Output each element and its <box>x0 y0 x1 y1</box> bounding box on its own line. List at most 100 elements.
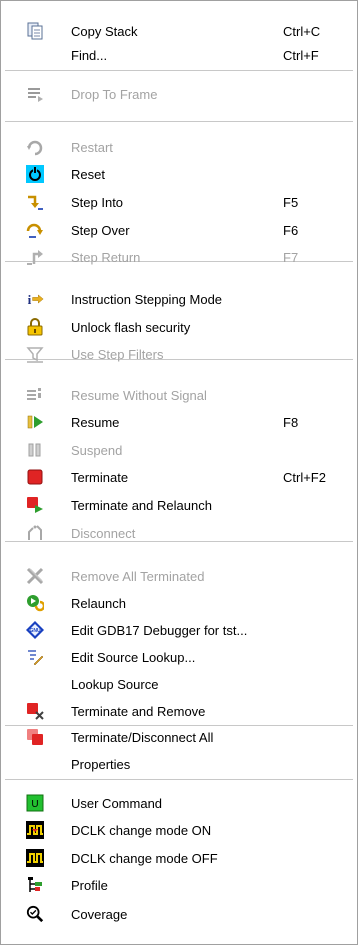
menu-item-label: Use Step Filters <box>71 346 164 362</box>
menu-item-label: Coverage <box>71 906 128 922</box>
menu-item-label: Step Return <box>71 249 141 265</box>
menu-item-terminate-disconnect-all[interactable]: Terminate/Disconnect All <box>1 724 357 750</box>
menu-item-label: Properties <box>71 756 131 772</box>
menu-item-properties[interactable]: Properties <box>1 751 357 777</box>
menu-item-step-return[interactable]: Step Return F7 <box>1 244 357 270</box>
menu-item-instruction-stepping-mode[interactable]: i Instruction Stepping Mode <box>1 286 357 312</box>
menu-item-shortcut: Ctrl+F2 <box>283 469 326 485</box>
menu-item-copy-stack[interactable]: Copy Stack Ctrl+C <box>1 18 357 44</box>
menu-item-label: Step Over <box>71 222 130 238</box>
reset-icon <box>26 165 44 183</box>
menu-item-resume[interactable]: Resume F8 <box>1 409 357 435</box>
terminate-relaunch-icon <box>26 496 44 514</box>
menu-item-shortcut: Ctrl+F <box>283 47 319 63</box>
menu-item-step-into[interactable]: Step Into F5 <box>1 189 357 215</box>
menu-item-dclk-change-mode-on[interactable]: DCLK change mode ON <box>1 817 357 843</box>
menu-item-label: Copy Stack <box>71 23 138 39</box>
step-return-icon <box>26 248 44 266</box>
menu-item-resume-without-signal[interactable]: Resume Without Signal <box>1 382 357 408</box>
menu-item-shortcut: Ctrl+C <box>283 23 321 39</box>
menu-item-step-over[interactable]: Step Over F6 <box>1 217 357 243</box>
menu-item-label: Lookup Source <box>71 676 159 692</box>
context-menu: Copy Stack Ctrl+C Find... Ctrl+F Drop To… <box>0 0 358 945</box>
terminate-all-icon <box>26 728 44 746</box>
menu-item-relaunch[interactable]: Relaunch <box>1 590 357 616</box>
menu-item-label: Drop To Frame <box>71 86 158 102</box>
menu-item-find[interactable]: Find... Ctrl+F <box>1 42 357 68</box>
menu-item-label: User Command <box>71 795 163 811</box>
menu-item-unlock-flash-security[interactable]: Unlock flash security <box>1 314 357 340</box>
menu-item-restart[interactable]: Restart <box>1 134 357 160</box>
menu-item-label: Terminate <box>71 469 129 485</box>
step-over-icon <box>26 221 44 239</box>
menu-item-label: Terminate/Disconnect All <box>71 729 214 745</box>
svg-text:i: i <box>28 292 32 307</box>
disconnect-icon <box>26 524 44 542</box>
menu-item-terminate[interactable]: Terminate Ctrl+F2 <box>1 464 357 490</box>
menu-item-terminate-and-relaunch[interactable]: Terminate and Relaunch <box>1 492 357 518</box>
menu-separator <box>5 779 353 780</box>
step-filters-icon <box>26 345 44 363</box>
relaunch-icon <box>26 594 44 612</box>
menu-item-label: Disconnect <box>71 525 136 541</box>
menu-item-edit-gdb17-debugger[interactable]: GNU Edit GDB17 Debugger for tst... <box>1 617 357 643</box>
step-into-icon <box>26 193 44 211</box>
menu-item-shortcut: F7 <box>283 249 299 265</box>
profile-icon <box>26 876 44 894</box>
gnu-debugger-icon: GNU <box>26 621 44 639</box>
menu-separator <box>5 121 353 122</box>
menu-item-label: Suspend <box>71 442 123 458</box>
user-command-icon: U <box>26 794 44 812</box>
menu-item-label: Instruction Stepping Mode <box>71 291 223 307</box>
edit-source-lookup-icon <box>26 648 44 666</box>
menu-item-user-command[interactable]: U User Command <box>1 790 357 816</box>
menu-item-label: Relaunch <box>71 595 126 611</box>
copy-stack-icon <box>26 22 44 40</box>
svg-text:GNU: GNU <box>29 628 41 634</box>
menu-separator <box>5 70 353 71</box>
menu-item-label: DCLK change mode ON <box>71 822 212 838</box>
resume-icon <box>26 413 44 431</box>
suspend-icon <box>26 441 44 459</box>
menu-item-disconnect[interactable]: Disconnect <box>1 520 357 546</box>
menu-item-label: DCLK change mode OFF <box>71 850 218 866</box>
menu-item-reset[interactable]: Reset <box>1 161 357 187</box>
terminate-icon <box>26 468 44 486</box>
restart-icon <box>26 138 44 156</box>
instruction-stepping-icon: i <box>26 290 44 308</box>
menu-item-terminate-and-remove[interactable]: Terminate and Remove <box>1 698 357 724</box>
terminate-remove-icon <box>26 702 44 720</box>
menu-item-coverage[interactable]: Coverage <box>1 901 357 927</box>
menu-item-suspend[interactable]: Suspend <box>1 437 357 463</box>
svg-text:U: U <box>31 799 38 810</box>
resume-without-signal-icon <box>26 386 44 404</box>
menu-item-shortcut: F8 <box>283 414 299 430</box>
dclk-on-icon <box>26 821 44 839</box>
menu-item-label: Step Into <box>71 194 124 210</box>
coverage-icon <box>26 905 44 923</box>
dclk-off-icon <box>26 849 44 867</box>
menu-item-use-step-filters[interactable]: Use Step Filters <box>1 341 357 367</box>
menu-item-label: Unlock flash security <box>71 319 191 335</box>
menu-item-shortcut: F6 <box>283 222 299 238</box>
remove-all-terminated-icon <box>26 567 44 585</box>
menu-item-dclk-change-mode-off[interactable]: DCLK change mode OFF <box>1 845 357 871</box>
lock-icon <box>26 318 44 336</box>
menu-item-label: Find... <box>71 47 108 63</box>
menu-item-drop-to-frame[interactable]: Drop To Frame <box>1 81 357 107</box>
menu-item-label: Profile <box>71 877 108 893</box>
menu-item-label: Terminate and Relaunch <box>71 497 212 513</box>
menu-item-shortcut: F5 <box>283 194 299 210</box>
menu-item-lookup-source[interactable]: Lookup Source <box>1 671 357 697</box>
menu-item-edit-source-lookup[interactable]: Edit Source Lookup... <box>1 644 357 670</box>
menu-item-label: Resume Without Signal <box>71 387 207 403</box>
menu-item-profile[interactable]: Profile <box>1 872 357 898</box>
menu-item-label: Resume <box>71 414 120 430</box>
menu-item-label: Edit Source Lookup... <box>71 649 196 665</box>
drop-to-frame-icon <box>26 85 44 103</box>
menu-item-label: Reset <box>71 166 105 182</box>
menu-item-label: Edit GDB17 Debugger for tst... <box>71 622 248 638</box>
menu-item-label: Restart <box>71 139 113 155</box>
menu-item-label: Remove All Terminated <box>71 568 205 584</box>
menu-item-remove-all-terminated[interactable]: Remove All Terminated <box>1 563 357 589</box>
